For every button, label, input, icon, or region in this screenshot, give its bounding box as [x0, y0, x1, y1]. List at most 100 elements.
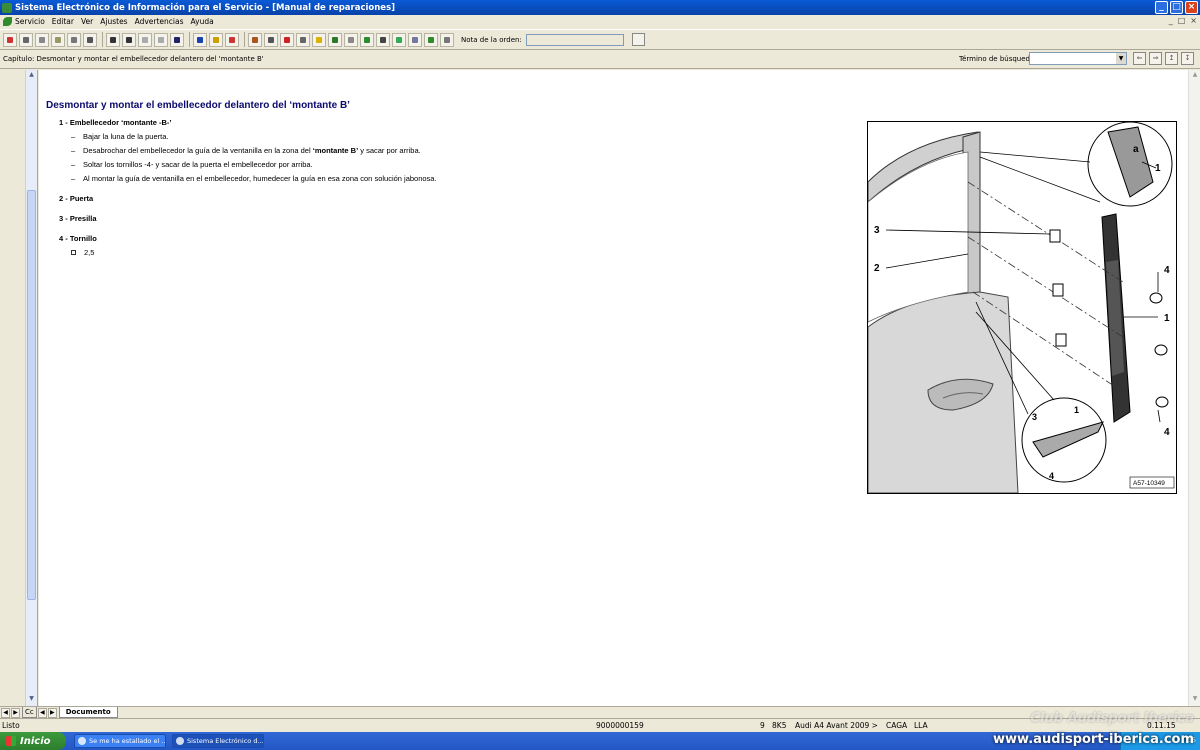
figure-label-4: 4: [1164, 265, 1170, 276]
window-controls: _ □ ×: [1155, 1, 1198, 14]
search-next-icon[interactable]: ⇒: [1149, 52, 1162, 65]
tab-strip: ◀ ▶ Cc ◀ ▶ Documento: [0, 706, 1200, 718]
tab-scroll-right-icon[interactable]: ▶: [11, 707, 20, 718]
menu-ayuda[interactable]: Ayuda: [191, 17, 214, 26]
car2-icon[interactable]: [376, 32, 390, 47]
tab-scroll-left-icon[interactable]: ◀: [1, 707, 10, 718]
info-icon[interactable]: [193, 32, 207, 47]
minimize-button[interactable]: _: [1155, 1, 1168, 14]
menu-ajustes[interactable]: Ajustes: [100, 17, 127, 26]
exploded-view-figure: 3 2 1 4 4 1 a 3 1 4 A57-10349: [867, 121, 1177, 494]
left-scrollbar[interactable]: ▲ ▼: [25, 70, 37, 706]
figure-label-1: 1: [1155, 163, 1161, 174]
figure-reference: A57-10349: [1133, 480, 1165, 487]
print-icon[interactable]: [19, 32, 33, 47]
spec-bullet-icon: [71, 250, 76, 255]
tool-icon[interactable]: [248, 32, 262, 47]
tab-scroll-right-icon[interactable]: ▶: [47, 707, 57, 718]
toolbar-separator: [102, 32, 103, 47]
item-heading: 2 - Puerta: [59, 194, 94, 203]
first-icon[interactable]: [106, 32, 120, 47]
figure-label-1: 1: [1164, 313, 1170, 324]
system-tray: 55: [1120, 732, 1200, 750]
search-buttons: ⇐ ⇒ ↥ ↧: [1133, 52, 1194, 65]
search-input[interactable]: ▼: [1029, 52, 1127, 65]
status-model-code: 8K5: [772, 721, 787, 730]
up-icon[interactable]: [170, 32, 184, 47]
scroll-up-icon[interactable]: ▲: [1190, 71, 1200, 81]
title-bar: Sistema Electrónico de Información para …: [0, 0, 1200, 15]
search-prev-icon[interactable]: ⇐: [1133, 52, 1146, 65]
list-item: – Al montar la guía de ventanilla en el e…: [71, 174, 437, 183]
swap-icon[interactable]: [225, 32, 239, 47]
wrench-icon[interactable]: [392, 32, 406, 47]
right-scrollbar[interactable]: ▲ ▼: [1188, 70, 1200, 706]
tools-icon[interactable]: [296, 32, 310, 47]
leaf-icon: [3, 17, 12, 26]
windows-logo-icon: [6, 736, 16, 746]
toolbar-separator: [189, 32, 190, 47]
close-button[interactable]: ×: [1185, 1, 1198, 14]
search-up-icon[interactable]: ↥: [1165, 52, 1178, 65]
order-label: Nota de la orden:: [461, 35, 522, 44]
item-heading: 3 - Presilla: [59, 214, 97, 223]
menu-bar: Servicio Editar Ver Ajustes Advertencias…: [0, 15, 1200, 28]
maximize-button[interactable]: □: [1170, 1, 1183, 14]
toolbar: Nota de la orden:: [0, 29, 1200, 50]
menu-editar[interactable]: Editar: [52, 17, 74, 26]
taskbar-item-browser[interactable]: Se me ha estallado el ...: [74, 734, 166, 748]
status-order-number: 9000000159: [596, 721, 644, 730]
tab-cc[interactable]: Cc: [22, 707, 37, 718]
taskbar-item-app[interactable]: Sistema Electrónico d...: [172, 734, 264, 748]
mdi-minimize-button[interactable]: _: [1169, 16, 1173, 25]
edit-icon[interactable]: [51, 32, 65, 47]
menu-ver[interactable]: Ver: [81, 17, 93, 26]
last-icon[interactable]: [154, 32, 168, 47]
next-icon[interactable]: [138, 32, 152, 47]
torque-spec: 2,5: [71, 248, 437, 257]
item-heading: 4 - Tornillo: [59, 234, 97, 243]
chevron-down-icon[interactable]: ▼: [1116, 53, 1126, 64]
check-icon[interactable]: [440, 32, 454, 47]
leaf2-icon[interactable]: [360, 32, 374, 47]
prev-icon[interactable]: [122, 32, 136, 47]
gear-icon[interactable]: [264, 32, 278, 47]
globe-icon[interactable]: [328, 32, 342, 47]
mdi-controls: _ □ ×: [1169, 16, 1197, 25]
tab-documento[interactable]: Documento: [58, 707, 118, 718]
status-text: Listo: [2, 721, 20, 730]
window-title: Sistema Electrónico de Información para …: [15, 2, 396, 13]
search-down-icon[interactable]: ↧: [1181, 52, 1194, 65]
bin-icon[interactable]: [344, 32, 358, 47]
figure-label-4: 4: [1164, 427, 1170, 438]
key-icon[interactable]: [209, 32, 223, 47]
figure-label-4: 4: [1049, 471, 1054, 481]
copy-icon[interactable]: [67, 32, 81, 47]
tab-scroll-left-icon[interactable]: ◀: [37, 707, 47, 718]
car-icon[interactable]: [83, 32, 97, 47]
warning-icon[interactable]: [312, 32, 326, 47]
order-input[interactable]: [525, 33, 624, 46]
diamond-icon[interactable]: [280, 32, 294, 47]
page-icon[interactable]: [35, 32, 49, 47]
doc-icon[interactable]: [408, 32, 422, 47]
status-date: 0.11.15: [1147, 721, 1176, 730]
scroll-up-icon[interactable]: ▲: [27, 71, 36, 81]
document-pane: Desmontar y montar el embellecedor delan…: [39, 70, 1188, 706]
leaf3-icon[interactable]: [424, 32, 438, 47]
mdi-close-button[interactable]: ×: [1190, 16, 1197, 25]
scroll-thumb[interactable]: [27, 190, 36, 600]
order-picker-button[interactable]: [631, 33, 645, 46]
chapter-text: Capítulo: Desmontar y montar el embellec…: [3, 55, 264, 63]
menu-servicio[interactable]: Servicio: [15, 17, 45, 26]
list-item: – Soltar los tornillos -4- y sacar de la …: [71, 160, 313, 169]
menu-advertencias[interactable]: Advertencias: [135, 17, 184, 26]
start-button[interactable]: Inicio: [0, 732, 66, 750]
status-gearbox: LLA: [914, 721, 928, 730]
scroll-down-icon[interactable]: ▼: [27, 695, 36, 705]
exit-icon[interactable]: [3, 32, 17, 47]
app-icon: [2, 2, 12, 13]
mdi-restore-button[interactable]: □: [1178, 16, 1186, 25]
door-diagram: 3 2 1 4 4 1 a 3 1 4 A57-10349: [867, 121, 1175, 494]
scroll-down-icon[interactable]: ▼: [1190, 695, 1200, 705]
